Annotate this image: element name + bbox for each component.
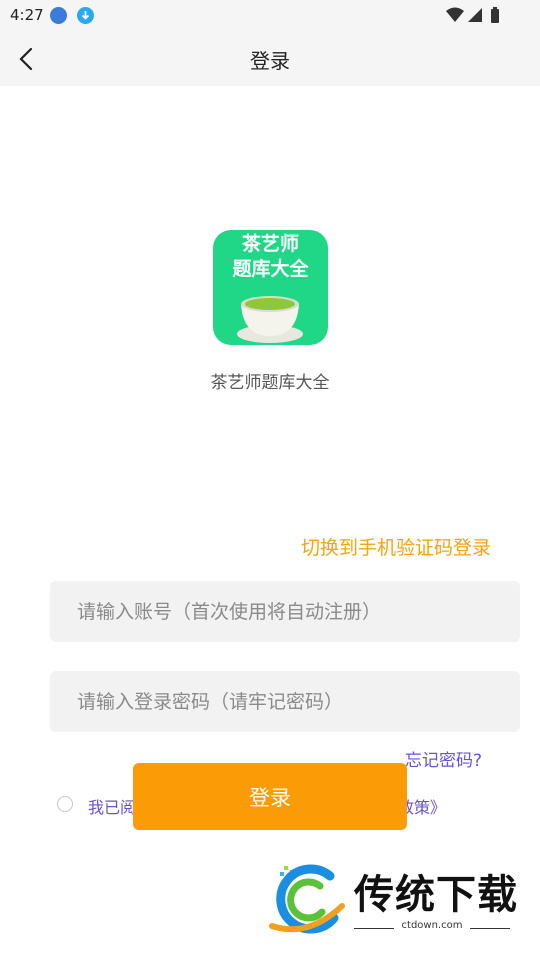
login-button[interactable]: 登录 xyxy=(133,763,407,830)
agreement-text: 我已阅 xyxy=(88,798,137,817)
watermark: 传统下载 ctdown.com xyxy=(268,860,518,940)
password-input[interactable] xyxy=(50,671,520,732)
account-input[interactable] xyxy=(50,581,520,642)
watermark-url: ctdown.com xyxy=(401,920,463,931)
signal-icon xyxy=(468,8,482,22)
watermark-rule-right xyxy=(470,928,510,929)
status-time: 4:27 xyxy=(10,6,44,24)
switch-to-sms-login-link[interactable]: 切换到手机验证码登录 xyxy=(301,533,491,560)
wifi-icon xyxy=(446,7,464,22)
status-bar: 4:27 xyxy=(0,0,540,32)
teacup-icon xyxy=(237,296,303,343)
page-title: 登录 xyxy=(250,49,290,73)
agreement-checkbox[interactable] xyxy=(57,796,73,812)
forgot-password-link[interactable]: 忘记密码? xyxy=(405,746,482,771)
battery-icon xyxy=(491,7,499,23)
password-field-container xyxy=(50,671,520,732)
watermark-title: 传统下载 xyxy=(354,872,518,918)
app-logo: 茶艺师 题库大全 xyxy=(213,230,328,345)
download-icon xyxy=(77,7,94,24)
top-bar: 登录 xyxy=(0,32,540,86)
status-indicators xyxy=(444,6,504,30)
ctdown-logo-icon xyxy=(269,864,345,934)
app-name: 茶艺师题库大全 xyxy=(210,373,330,393)
notification-app-icon xyxy=(50,7,67,24)
account-field-container xyxy=(50,581,520,642)
